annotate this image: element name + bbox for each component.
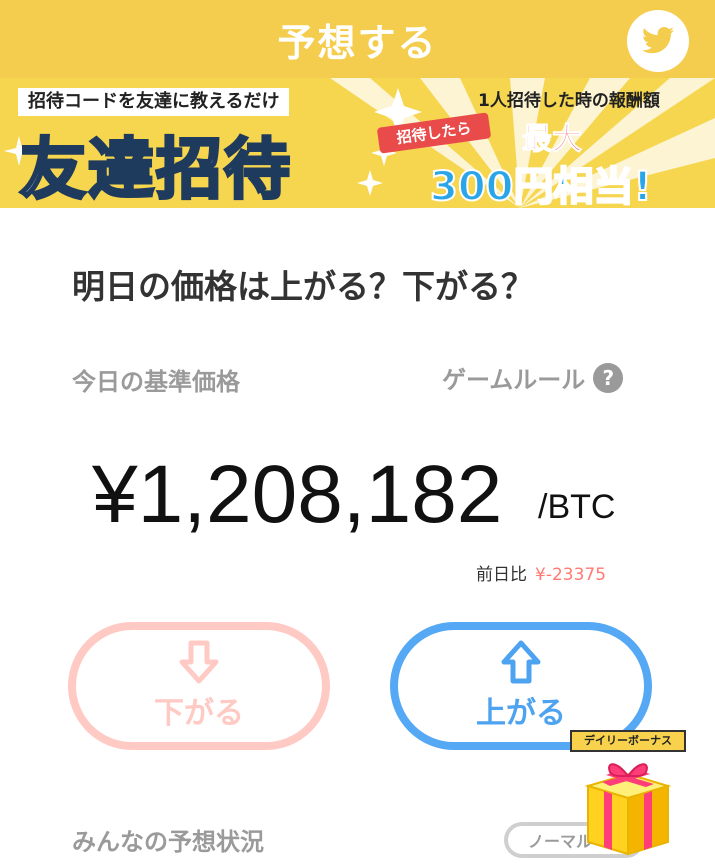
- banner-max-label: 最大: [522, 122, 583, 158]
- base-price-label: 今日の基準価格: [72, 368, 240, 396]
- banner-reward-caption: 1人招待した時の報酬額: [478, 91, 660, 111]
- invite-banner[interactable]: 招待コードを友達に教えるだけ 友達招待 1人招待した時の報酬額 招待したら 最大…: [0, 78, 715, 208]
- btc-price: ¥1,208,182: [92, 449, 503, 540]
- banner-tagline: 招待コードを友達に教えるだけ: [18, 88, 290, 116]
- daily-bonus-label: デイリーボーナス: [570, 730, 686, 752]
- game-rules-label: ゲームルール: [442, 366, 586, 394]
- price-change-label: 前日比: [476, 565, 527, 585]
- predict-down-label: 下がる: [154, 696, 244, 731]
- price-unit: /BTC: [538, 488, 616, 526]
- price-change: 前日比 ¥-23375: [476, 560, 606, 585]
- twitter-icon: [642, 27, 674, 54]
- banner-headline: 友達招待: [19, 130, 292, 209]
- gift-box-icon: [584, 763, 672, 856]
- question-circle-icon[interactable]: ?: [593, 362, 624, 393]
- arrow-down-icon: [179, 640, 219, 684]
- daily-bonus-button[interactable]: デイリーボーナス: [562, 730, 692, 860]
- price-change-value: ¥-23375: [535, 565, 607, 585]
- everyone-predictions-label: みんなの予想状況: [72, 828, 264, 856]
- page-title: 予想する: [277, 21, 438, 65]
- predict-down-button[interactable]: 下がる: [68, 622, 330, 750]
- app-header: 予想する: [0, 0, 715, 80]
- game-rules-link[interactable]: ゲームルール ?: [442, 360, 624, 395]
- banner-reward-amount: 300円相当!: [429, 163, 653, 208]
- predict-up-label: 上がる: [476, 696, 566, 731]
- prediction-question: 明日の価格は上がる？下がる？: [72, 267, 534, 306]
- arrow-up-icon: [501, 640, 541, 684]
- twitter-share-button[interactable]: [627, 10, 689, 72]
